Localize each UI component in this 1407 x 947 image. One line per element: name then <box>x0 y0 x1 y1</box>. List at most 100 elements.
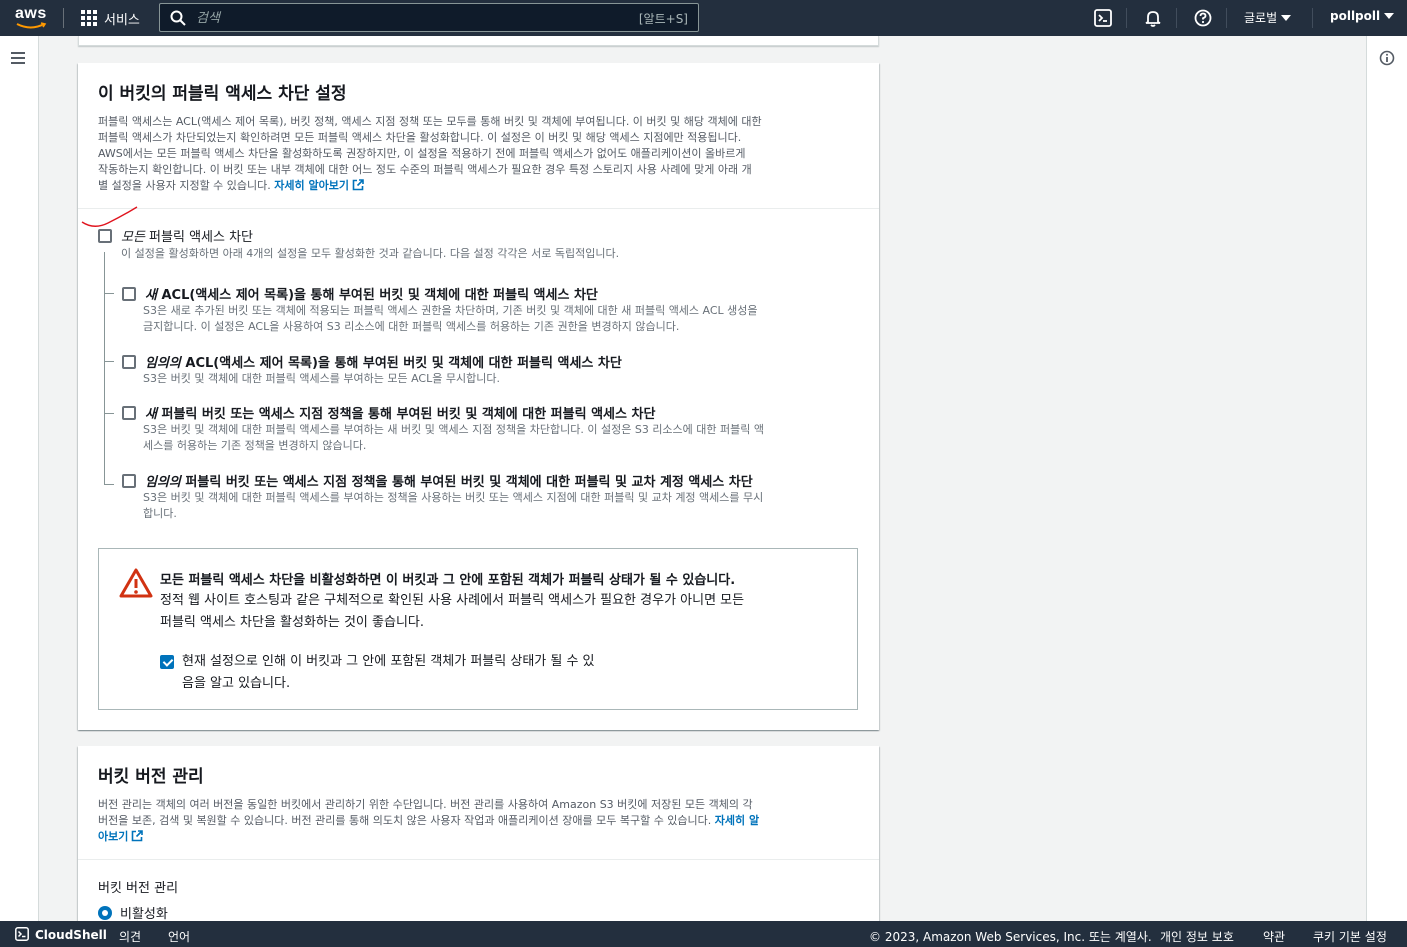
option-description-line: 금지합니다. 이 설정은 ACL을 사용하여 S3 리소스에 대한 퍼블릭 액세… <box>143 320 680 333</box>
warning-icon <box>119 568 153 598</box>
option-title: 임의의 퍼블릭 버킷 또는 액세스 지점 정책을 통해 부여된 버킷 및 객체에… <box>145 471 753 490</box>
tree-connector <box>104 252 105 484</box>
description-line: 퍼블릭 액세스가 차단되었는지 확인하려면 모든 퍼블릭 액세스 차단을 활성화… <box>98 131 742 144</box>
block-all-title-rest: 퍼블릭 액세스 차단 <box>144 230 253 245</box>
versioning-disable-radio[interactable] <box>98 906 112 920</box>
warning-alert: 모든 퍼블릭 액세스 차단을 비활성화하면 이 버킷과 그 안에 포함된 객체가… <box>98 548 858 710</box>
acknowledge-line: 현재 설정으로 인해 이 버킷과 그 안에 포함된 객체가 퍼블릭 상태가 될 … <box>182 654 595 669</box>
option-description: S3은 버킷 및 객체에 대한 퍼블릭 액세스를 부여하는 모든 ACL을 무시… <box>143 371 500 387</box>
nav-separator <box>1126 8 1127 28</box>
option-title-em: 임의의 <box>145 356 181 371</box>
option-title-rest: ACL(액세스 제어 목록)을 통해 부여된 버킷 및 객체에 대한 퍼블릭 액… <box>180 356 622 371</box>
privacy-link[interactable]: 개인 정보 보호 <box>1160 928 1234 945</box>
account-menu[interactable]: pollpoll <box>1330 9 1395 23</box>
language-link[interactable]: 언어 <box>168 928 190 945</box>
search-input[interactable] <box>196 8 616 28</box>
option-description-line: 합니다. <box>143 507 177 520</box>
menu-icon[interactable] <box>11 52 25 64</box>
option-title-rest: ACL(액세스 제어 목록)을 통해 부여된 버킷 및 객체에 대한 퍼블릭 액… <box>156 288 598 303</box>
tree-connector <box>104 484 114 485</box>
copyright-text: © 2023, Amazon Web Services, Inc. 또는 계열사… <box>869 930 1152 944</box>
option-description: S3은 버킷 및 객체에 대한 퍼블릭 액세스를 부여하는 정책을 사용하는 버… <box>143 490 763 522</box>
versioning-field-label: 버킷 버전 관리 <box>98 881 179 896</box>
description-text: 별 설정을 사용자 지정할 수 있습니다. <box>98 179 271 192</box>
caret-down-icon <box>1281 14 1292 21</box>
block-all-checkbox[interactable] <box>98 229 112 243</box>
acknowledge-line: 음을 알고 있습니다. <box>182 676 291 691</box>
warning-text-line: 정적 웹 사이트 호스팅과 같은 구체적으로 확인된 사용 사례에서 퍼블릭 액… <box>160 593 745 608</box>
description-line: AWS에서는 모든 퍼블릭 액세스 차단을 활성화하도록 권장하지만, 이 설정… <box>98 147 746 160</box>
nav-separator <box>1226 8 1227 28</box>
block-all-title-em: 모든 <box>121 230 145 245</box>
external-link-icon <box>132 830 144 842</box>
block-all-title: 모든 퍼블릭 액세스 차단 <box>121 226 253 245</box>
region-selector[interactable]: 글로벌 <box>1244 9 1292 26</box>
search-bar[interactable]: [알트+S] <box>159 3 699 32</box>
tree-connector <box>104 413 114 414</box>
warning-text-line: 퍼블릭 액세스 차단을 활성화하는 것이 좋습니다. <box>160 615 424 630</box>
warning-text: 정적 웹 사이트 호스팅과 같은 구체적으로 확인된 사용 사례에서 퍼블릭 액… <box>160 590 840 634</box>
option-description-line: S3은 버킷 및 객체에 대한 퍼블릭 액세스를 부여하는 모든 ACL을 무시… <box>143 372 500 385</box>
learn-more-link[interactable]: 아보기 <box>98 830 144 843</box>
learn-more-link[interactable]: 자세히 알아보기 <box>274 179 364 192</box>
option-description: S3은 새로 추가된 버킷 또는 객체에 적용되는 퍼블릭 액세스 권한을 차단… <box>143 303 758 335</box>
left-rail <box>0 36 39 921</box>
aws-logo[interactable]: aws <box>14 4 50 32</box>
nav-separator <box>1312 8 1313 28</box>
block-any-acl-checkbox[interactable] <box>122 355 136 369</box>
learn-more-link[interactable]: 자세히 알 <box>715 814 759 827</box>
option-title: 새 퍼블릭 버킷 또는 액세스 지점 정책을 통해 부여된 버킷 및 객체에 대… <box>145 403 655 422</box>
option-title-em: 새 <box>145 407 157 422</box>
previous-panel-bottom <box>78 36 879 46</box>
help-icon[interactable] <box>1193 8 1213 28</box>
panel-header: 이 버킷의 퍼블릭 액세스 차단 설정 퍼블릭 액세스는 ACL(액세스 제어 … <box>78 63 879 209</box>
acknowledge-checkbox[interactable] <box>160 655 174 669</box>
right-rail <box>1366 36 1407 921</box>
tree-connector <box>104 361 114 362</box>
versioning-disable-label: 비활성화 <box>120 907 168 922</box>
learn-more-label: 자세히 알아보기 <box>274 179 349 192</box>
terms-link[interactable]: 약관 <box>1263 928 1285 945</box>
panel-description: 퍼블릭 액세스는 ACL(액세스 제어 목록), 버킷 정책, 액세스 지점 정… <box>98 114 859 194</box>
aws-logo-text: aws <box>15 5 47 22</box>
block-new-policy-checkbox[interactable] <box>122 406 136 420</box>
learn-more-label: 아보기 <box>98 830 129 843</box>
caret-down-icon <box>1384 13 1395 19</box>
bucket-versioning-panel: 버킷 버전 관리 버전 관리는 객체의 여러 버전을 동일한 버킷에서 관리하기… <box>78 746 879 922</box>
cloudshell-link[interactable]: CloudShell <box>35 928 107 942</box>
option-title: 임의의 ACL(액세스 제어 목록)을 통해 부여된 버킷 및 객체에 대한 퍼… <box>145 352 622 371</box>
services-menu[interactable]: 서비스 <box>81 7 140 29</box>
cookie-preferences-link[interactable]: 쿠키 기본 설정 <box>1313 928 1387 945</box>
hand-drawn-annotation <box>81 206 138 227</box>
option-title-rest: 퍼블릭 버킷 또는 액세스 지점 정책을 통해 부여된 버킷 및 객체에 대한 … <box>156 407 656 422</box>
description-line: 아보기 <box>98 829 859 845</box>
nav-divider <box>63 8 64 28</box>
option-title-em: 새 <box>145 288 157 303</box>
info-icon[interactable] <box>1379 50 1395 66</box>
grid-icon <box>81 10 97 26</box>
acknowledge-option: 현재 설정으로 인해 이 버킷과 그 안에 포함된 객체가 퍼블릭 상태가 될 … <box>160 651 660 695</box>
cloudshell-icon[interactable] <box>15 927 29 941</box>
block-any-policy-checkbox[interactable] <box>122 474 136 488</box>
block-new-acl-checkbox[interactable] <box>122 287 136 301</box>
services-label: 서비스 <box>104 12 140 28</box>
cloudshell-icon[interactable] <box>1093 8 1113 28</box>
search-shortcut: [알트+S] <box>638 12 688 26</box>
panel-header: 버킷 버전 관리 버전 관리는 객체의 여러 버전을 동일한 버킷에서 관리하기… <box>78 746 879 860</box>
description-line: 버전 관리는 객체의 여러 버전을 동일한 버킷에서 관리하기 위한 수단입니다… <box>98 798 753 811</box>
panel-description: 버전 관리는 객체의 여러 버전을 동일한 버킷에서 관리하기 위한 수단입니다… <box>98 797 859 845</box>
region-label: 글로벌 <box>1244 11 1278 25</box>
bell-icon[interactable] <box>1143 8 1163 28</box>
feedback-link[interactable]: 의견 <box>119 928 141 945</box>
account-label: pollpoll <box>1330 9 1381 23</box>
warning-title: 모든 퍼블릭 액세스 차단을 비활성화하면 이 버킷과 그 안에 포함된 객체가… <box>160 573 736 588</box>
description-line: 버전을 보존, 검색 및 복원할 수 있습니다. 버전 관리를 통해 의도치 않… <box>98 813 859 829</box>
footer: CloudShell 의견 언어 © 2023, Amazon Web Serv… <box>0 921 1407 947</box>
panel-title: 이 버킷의 퍼블릭 액세스 차단 설정 <box>98 84 347 104</box>
external-link-icon <box>352 179 364 191</box>
description-line: 작동하는지 확인합니다. 이 버킷 또는 내부 객체에 대한 어느 정도 수준의… <box>98 163 752 176</box>
aws-smile-icon <box>16 22 47 29</box>
option-title-rest: 퍼블릭 버킷 또는 액세스 지점 정책을 통해 부여된 버킷 및 객체에 대한 … <box>180 475 753 490</box>
option-description-line: S3은 버킷 및 객체에 대한 퍼블릭 액세스를 부여하는 새 버킷 및 액세스… <box>143 423 765 436</box>
block-all-description: 이 설정을 활성화하면 아래 4개의 설정을 모두 활성화한 것과 같습니다. … <box>121 247 620 260</box>
